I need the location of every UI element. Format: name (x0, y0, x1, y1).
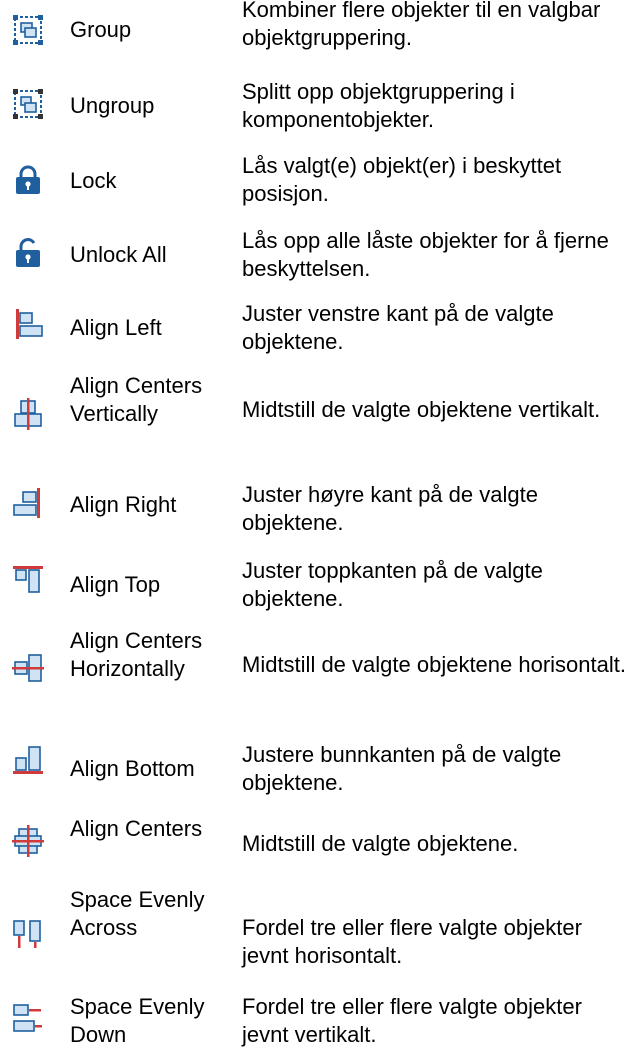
command-description: Splitt opp objektgruppering i komponento… (242, 79, 515, 132)
align-top-icon (12, 563, 44, 595)
command-name: Ungroup (70, 93, 155, 118)
align-left-icon (12, 308, 44, 340)
lock-icon (12, 164, 44, 196)
command-description: Justere bunnkanten på de valgte objekten… (242, 742, 562, 795)
command-description: Fordel tre eller flere valgte objekter j… (242, 994, 582, 1047)
command-name: Align Bottom (70, 756, 195, 781)
command-description: Juster toppkanten på de valgte objektene… (242, 558, 543, 611)
space-evenly-across-icon (12, 918, 44, 950)
align-bottom-icon (12, 743, 44, 775)
command-name: Align Centers Horizontally (70, 628, 203, 681)
align-centers-vertically-icon (12, 398, 44, 430)
command-description: Juster venstre kant på de valgte objekte… (242, 301, 554, 354)
command-name: Lock (70, 168, 117, 193)
align-centers-icon (12, 825, 44, 857)
command-name: Unlock All (70, 242, 167, 267)
align-centers-horizontally-icon (12, 652, 44, 684)
command-description: Midtstill de valgte objektene vertikalt. (242, 397, 601, 422)
align-right-icon (12, 487, 44, 519)
command-description: Juster høyre kant på de valgte objektene… (242, 482, 538, 535)
unlock-all-icon (12, 237, 44, 269)
command-description: Fordel tre eller flere valgte objekter j… (242, 915, 582, 968)
command-description: Midtstill de valgte objektene. (242, 831, 519, 856)
command-description: Lås valgt(e) objekt(er) i beskyttet posi… (242, 153, 562, 206)
command-name: Group (70, 17, 132, 42)
space-evenly-down-icon (12, 1003, 44, 1035)
command-name: Align Centers Vertically (70, 373, 203, 426)
command-description: Lås opp alle låste objekter for å fjerne… (242, 228, 609, 281)
command-name: Align Top (70, 572, 161, 597)
command-name: Align Centers (70, 816, 203, 841)
command-name: Space Evenly Across (70, 887, 205, 940)
group-icon (12, 14, 44, 46)
command-name: Align Left (70, 315, 162, 340)
ungroup-icon (12, 88, 44, 120)
command-name: Space Evenly Down (70, 994, 205, 1047)
command-reference: Group Kombiner flere objekter til en val… (0, 0, 629, 1051)
command-description: Kombiner flere objekter til en valgbar o… (242, 0, 601, 50)
command-name: Align Right (70, 492, 177, 517)
command-description: Midtstill de valgte objektene horisontal… (242, 652, 626, 677)
